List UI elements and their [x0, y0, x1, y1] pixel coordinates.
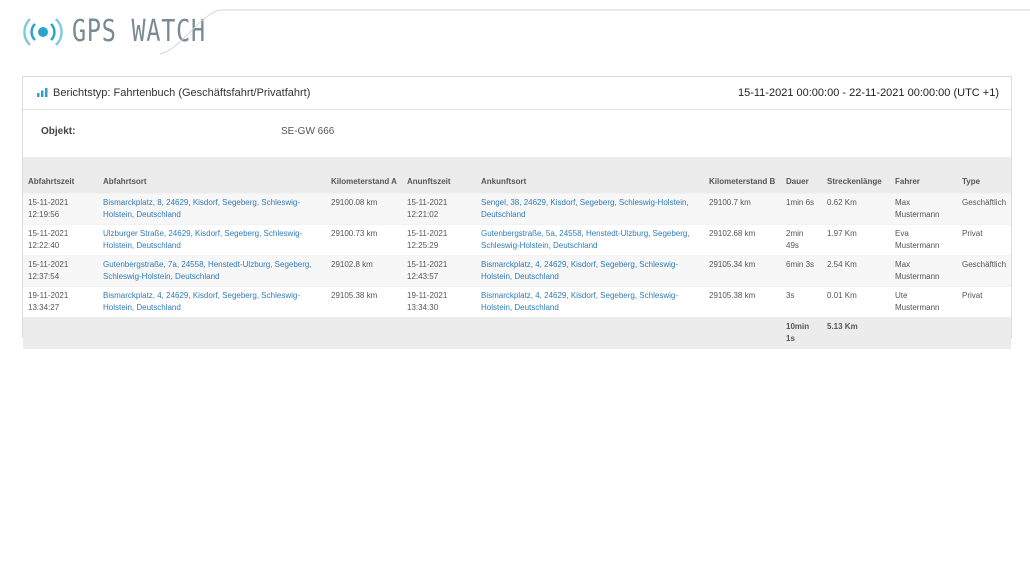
table-row: 15-11-2021 12:19:56 Bismarckplatz, 8, 24… [23, 193, 1011, 225]
arrival-time-cell: 15-11-2021 12:21:02 [402, 193, 476, 225]
departure-time-cell: 19-11-2021 13:34:27 [23, 286, 98, 317]
distance-cell: 0.62 Km [822, 193, 890, 225]
type-cell: Geschäftlich [957, 193, 1011, 225]
odometer-b-cell: 29105.38 km [704, 286, 781, 317]
departure-time-cell: 15-11-2021 12:22:40 [23, 224, 98, 256]
duration-cell: 3s [781, 286, 822, 317]
table-row: 19-11-2021 13:34:27 Bismarckplatz, 4, 24… [23, 286, 1011, 317]
driver-cell: Max Mustermann [890, 255, 957, 287]
report-date-range: 15-11-2021 00:00:00 - 22-11-2021 00:00:0… [737, 87, 999, 99]
arrival-place-link[interactable]: Bismarckplatz, 4, 24629, Kisdorf, Segebe… [476, 286, 704, 317]
duration-cell: 2min 49s [781, 224, 822, 256]
report-type-title: Berichtstyp: Fahrtenbuch (Geschäftsfahrt… [53, 87, 311, 99]
odometer-b-cell: 29105.34 km [704, 255, 781, 287]
totals-row: 10min 1s 5.13 Km [23, 317, 1011, 349]
departure-time-cell: 15-11-2021 12:37:54 [23, 255, 98, 287]
departure-place-link[interactable]: Ulzburger Straße, 24629, Kisdorf, Segebe… [98, 224, 326, 256]
table-header-row: Abfahrtszeit Abfahrtsort Kilometerstand … [23, 157, 1011, 194]
bar-chart-icon [37, 88, 48, 97]
distance-cell: 0.01 Km [822, 286, 890, 317]
signal-broadcast-icon [23, 18, 63, 46]
duration-cell: 1min 6s [781, 193, 822, 225]
driver-cell: Ute Mustermann [890, 286, 957, 317]
totals-spacer-end [890, 317, 1011, 349]
distance-cell: 1.97 Km [822, 224, 890, 256]
col-header-arrival-time[interactable]: Anunftszeit [402, 157, 476, 194]
table-row: 15-11-2021 12:22:40 Ulzburger Straße, 24… [23, 224, 1011, 256]
arrival-time-cell: 15-11-2021 12:25:29 [402, 224, 476, 256]
col-header-odometer-a[interactable]: Kilometerstand A [326, 157, 402, 194]
odometer-a-cell: 29100.73 km [326, 224, 402, 256]
col-header-type[interactable]: Type [957, 157, 1011, 194]
col-header-departure-time[interactable]: Abfahrtszeit [23, 157, 98, 194]
odometer-a-cell: 29100.08 km [326, 193, 402, 225]
total-duration: 10min 1s [781, 317, 822, 349]
type-cell: Geschäftlich [957, 255, 1011, 287]
table-row: 15-11-2021 12:37:54 Gutenbergstraße, 7a,… [23, 255, 1011, 287]
object-row: Objekt: SE-GW 666 [23, 111, 1011, 155]
col-header-odometer-b[interactable]: Kilometerstand B [704, 157, 781, 194]
arrival-place-link[interactable]: Sengel, 38, 24629, Kisdorf, Segeberg, Sc… [476, 193, 704, 225]
arrival-place-link[interactable]: Gutenbergstraße, 5a, 24558, Henstedt-Ulz… [476, 224, 704, 256]
driver-cell: Eva Mustermann [890, 224, 957, 256]
departure-place-link[interactable]: Bismarckplatz, 8, 24629, Kisdorf, Segebe… [98, 193, 326, 225]
arrival-time-cell: 19-11-2021 13:34:30 [402, 286, 476, 317]
object-value: SE-GW 666 [281, 126, 335, 137]
departure-place-link[interactable]: Gutenbergstraße, 7a, 24558, Henstedt-Ulz… [98, 255, 326, 287]
report-panel: Berichtstyp: Fahrtenbuch (Geschäftsfahrt… [22, 76, 1012, 349]
col-header-distance[interactable]: Streckenlänge [822, 157, 890, 194]
odometer-a-cell: 29105.38 km [326, 286, 402, 317]
type-cell: Privat [957, 286, 1011, 317]
departure-place-link[interactable]: Bismarckplatz, 4, 24629, Kisdorf, Segebe… [98, 286, 326, 317]
duration-cell: 6min 3s [781, 255, 822, 287]
app-header: GPS WATCH [0, 0, 1030, 58]
type-cell: Privat [957, 224, 1011, 256]
totals-spacer [23, 317, 781, 349]
distance-cell: 2.54 Km [822, 255, 890, 287]
driver-cell: Max Mustermann [890, 193, 957, 225]
odometer-b-cell: 29102.68 km [704, 224, 781, 256]
arrival-place-link[interactable]: Bismarckplatz, 4, 24629, Kisdorf, Segebe… [476, 255, 704, 287]
trip-log-table: Abfahrtszeit Abfahrtsort Kilometerstand … [23, 157, 1011, 349]
object-label: Objekt: [41, 126, 76, 137]
col-header-driver[interactable]: Fahrer [890, 157, 957, 194]
departure-time-cell: 15-11-2021 12:19:56 [23, 193, 98, 225]
total-distance: 5.13 Km [822, 317, 890, 349]
col-header-duration[interactable]: Dauer [781, 157, 822, 194]
col-header-arrival-place[interactable]: Ankunftsort [476, 157, 704, 194]
header-divider [160, 9, 1030, 55]
odometer-a-cell: 29102.8 km [326, 255, 402, 287]
odometer-b-cell: 29100.7 km [704, 193, 781, 225]
arrival-time-cell: 15-11-2021 12:43:57 [402, 255, 476, 287]
report-header: Berichtstyp: Fahrtenbuch (Geschäftsfahrt… [23, 77, 1011, 110]
col-header-departure-place[interactable]: Abfahrtsort [98, 157, 326, 194]
